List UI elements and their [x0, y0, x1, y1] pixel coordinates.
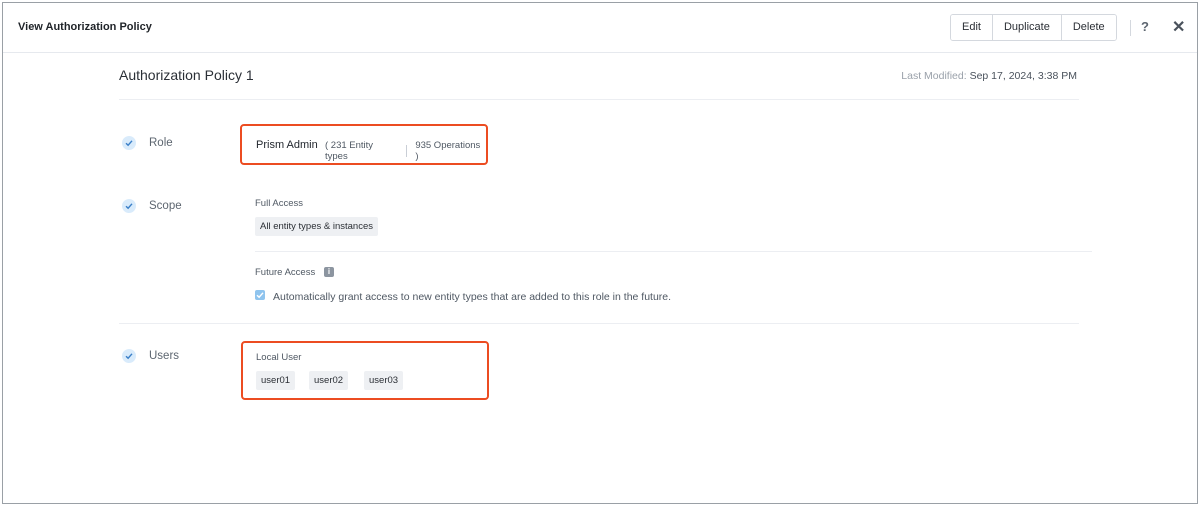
user-chip: user01: [256, 371, 296, 390]
role-meta: ( 231 Entity types 935 Operations ): [325, 140, 486, 162]
local-user-label: Local User: [256, 352, 302, 363]
full-access-label: Full Access: [255, 198, 304, 209]
help-icon[interactable]: ?: [1141, 19, 1149, 34]
future-access-label: Future Access: [255, 267, 316, 278]
role-highlight-box: Prism Admin ( 231 Entity types 935 Opera…: [240, 124, 488, 165]
info-icon[interactable]: i: [324, 267, 334, 277]
users-highlight-box: Local User user01 user02 user03: [241, 341, 489, 400]
role-operations: 935 Operations ): [415, 140, 481, 162]
scope-section-label: Scope: [149, 200, 182, 212]
close-icon[interactable]: ✕: [1172, 17, 1185, 37]
role-check-icon: [122, 136, 136, 150]
role-entity-types: ( 231 Entity types: [325, 140, 374, 162]
last-modified-label: Last Modified:: [901, 70, 967, 82]
users-section-label: Users: [149, 350, 180, 362]
policy-name: Authorization Policy 1: [119, 67, 254, 83]
title-divider: [119, 99, 1079, 100]
future-access-checkbox[interactable]: [255, 290, 265, 300]
role-section-label: Role: [149, 137, 173, 149]
last-modified-value: Sep 17, 2024, 3:38 PM: [969, 70, 1077, 82]
delete-button[interactable]: Delete: [1061, 15, 1116, 40]
scope-divider: [255, 251, 1092, 252]
modal-title: View Authorization Policy: [18, 21, 152, 33]
role-meta-separator: [406, 145, 408, 157]
full-access-chip: All entity types & instances: [255, 217, 378, 236]
role-name: Prism Admin: [256, 139, 318, 151]
users-check-icon: [122, 349, 136, 363]
scope-check-icon: [122, 199, 136, 213]
user-chip: user03: [364, 371, 404, 390]
modal-header: View Authorization Policy Edit Duplicate…: [3, 3, 1197, 53]
header-separator: [1130, 20, 1131, 36]
user-chip: user02: [309, 371, 349, 390]
edit-button[interactable]: Edit: [951, 15, 993, 40]
action-button-group: Edit Duplicate Delete: [950, 14, 1117, 41]
modal-frame: View Authorization Policy Edit Duplicate…: [2, 2, 1198, 504]
last-modified: Last Modified: Sep 17, 2024, 3:38 PM: [901, 70, 1077, 82]
scope-bottom-divider: [119, 323, 1079, 324]
duplicate-button[interactable]: Duplicate: [992, 15, 1062, 40]
future-access-text: Automatically grant access to new entity…: [273, 291, 672, 303]
